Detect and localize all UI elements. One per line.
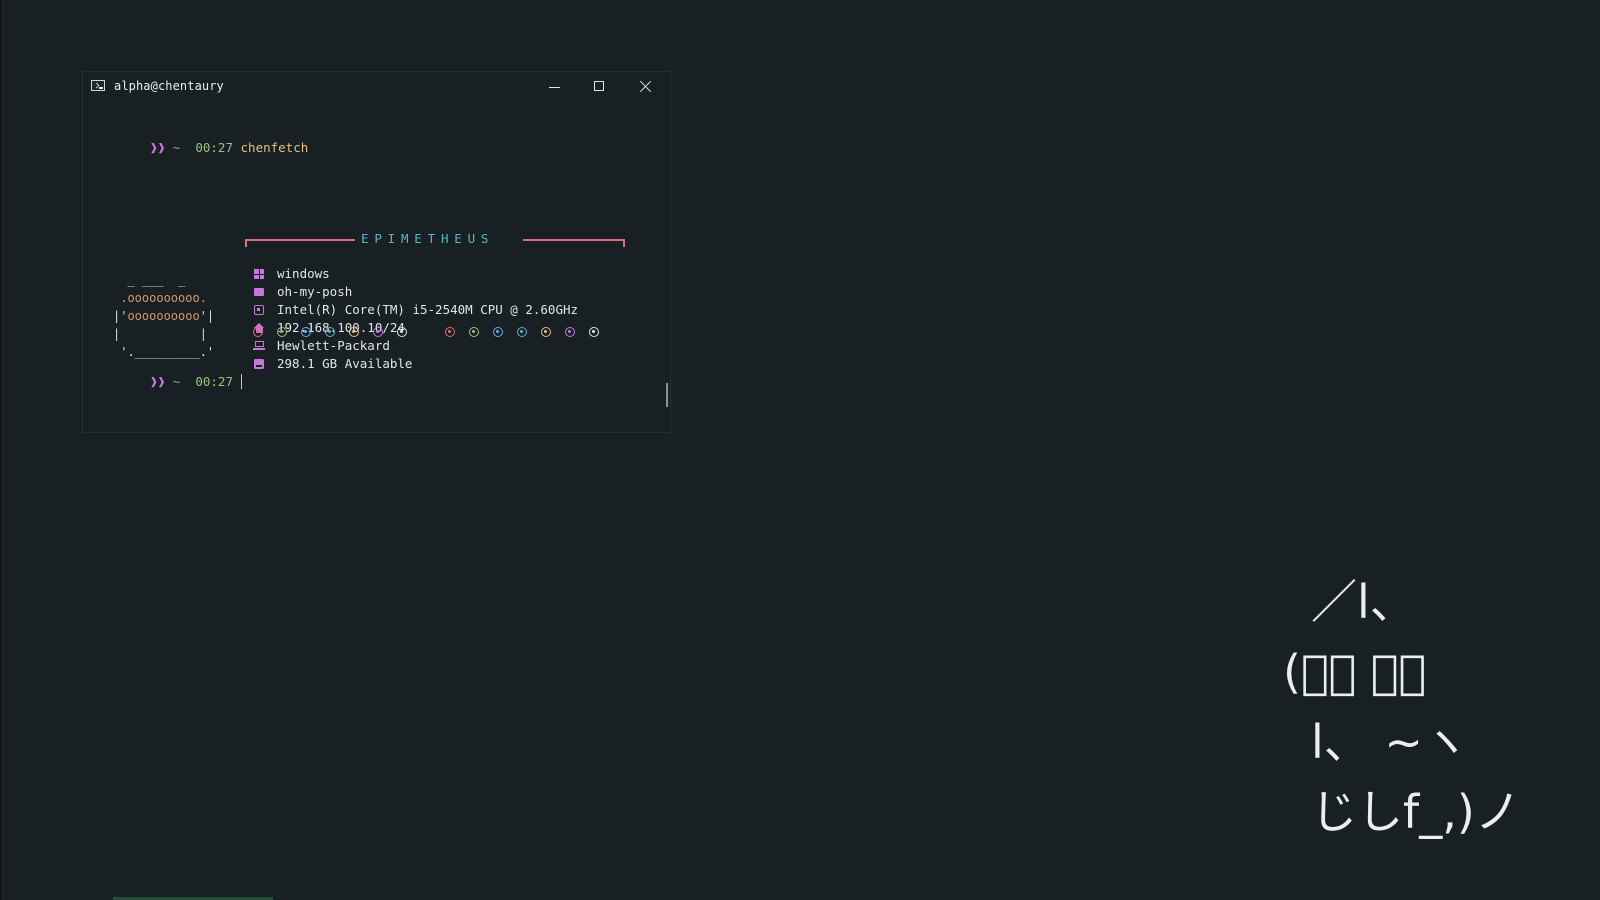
prompt-arrow: ❱ xyxy=(150,374,158,389)
title-bar[interactable]: alpha@chentaury xyxy=(83,72,670,102)
window-title: alpha@chentaury xyxy=(114,79,224,93)
maximize-icon xyxy=(594,81,604,91)
palette-dot xyxy=(253,327,263,337)
prompt-path: ~ xyxy=(172,374,181,389)
palette-dot xyxy=(277,327,287,337)
prompt-line-1: ❱❱ ~ 00:27 chenfetch xyxy=(105,124,308,172)
header-frame-left xyxy=(245,239,355,241)
palette-dot xyxy=(589,327,599,337)
header-frame-right xyxy=(523,239,625,241)
prompt-line-2-text[interactable]: ❱❱ ~ 00:27 xyxy=(105,358,243,406)
cpu-icon xyxy=(253,304,265,316)
palette-dot xyxy=(445,327,455,337)
palette-dot xyxy=(373,327,383,337)
scrollbar-thumb[interactable] xyxy=(666,383,668,407)
terminal-window[interactable]: alpha@chentaury ❱❱ ~ 00:27 chenfetch EPI… xyxy=(82,71,671,433)
minimize-icon xyxy=(549,87,560,88)
maximize-button[interactable] xyxy=(577,72,622,102)
disk-icon xyxy=(253,358,265,370)
palette-dot xyxy=(565,327,575,337)
prompt-arrow: ❱ xyxy=(157,374,166,389)
prompt-time: 00:27 xyxy=(195,140,233,155)
windows-icon xyxy=(253,268,265,280)
kaomoji-line-1: ／l、 xyxy=(1311,575,1416,629)
prompt-time: 00:27 xyxy=(195,374,233,389)
close-button[interactable] xyxy=(623,72,668,102)
minimize-button[interactable] xyxy=(532,72,577,102)
host-header: EPIMETHEUS xyxy=(361,231,495,246)
palette-dot xyxy=(541,327,551,337)
prompt-arrow: ❱ xyxy=(150,140,158,155)
kaomoji-line-2: (ﾟ､ ｡７ xyxy=(1283,645,1426,699)
prompt-arrow: ❱ xyxy=(157,140,166,155)
palette-dot xyxy=(469,327,479,337)
shell-icon xyxy=(253,286,265,298)
text-cursor xyxy=(240,374,243,389)
kaomoji-cat: ／l、 (ﾟ､ ｡７ l、 ~ヽ じしf_,)ノ xyxy=(1283,572,1561,872)
kaomoji-line-4: じしf_,)ノ xyxy=(1311,785,1521,839)
laptop-icon xyxy=(253,340,265,352)
terminal-icon xyxy=(91,80,105,91)
prompt-path: ~ xyxy=(172,140,181,155)
kaomoji-line-3: l、 ~ヽ xyxy=(1311,715,1469,769)
prompt-command: chenfetch xyxy=(240,140,309,155)
palette-dot xyxy=(493,327,503,337)
ascii-logo: _ ___ _ .oooooooooo. |'oooooooooo'| | | … xyxy=(113,273,215,359)
desktop: alpha@chentaury ❱❱ ~ 00:27 chenfetch EPI… xyxy=(0,0,1600,900)
palette-dot xyxy=(397,327,407,337)
header-frame-right-tick xyxy=(623,239,625,247)
palette-dot xyxy=(325,327,335,337)
palette-dot xyxy=(301,327,311,337)
palette-dot xyxy=(349,327,359,337)
palette-dot xyxy=(517,327,527,337)
